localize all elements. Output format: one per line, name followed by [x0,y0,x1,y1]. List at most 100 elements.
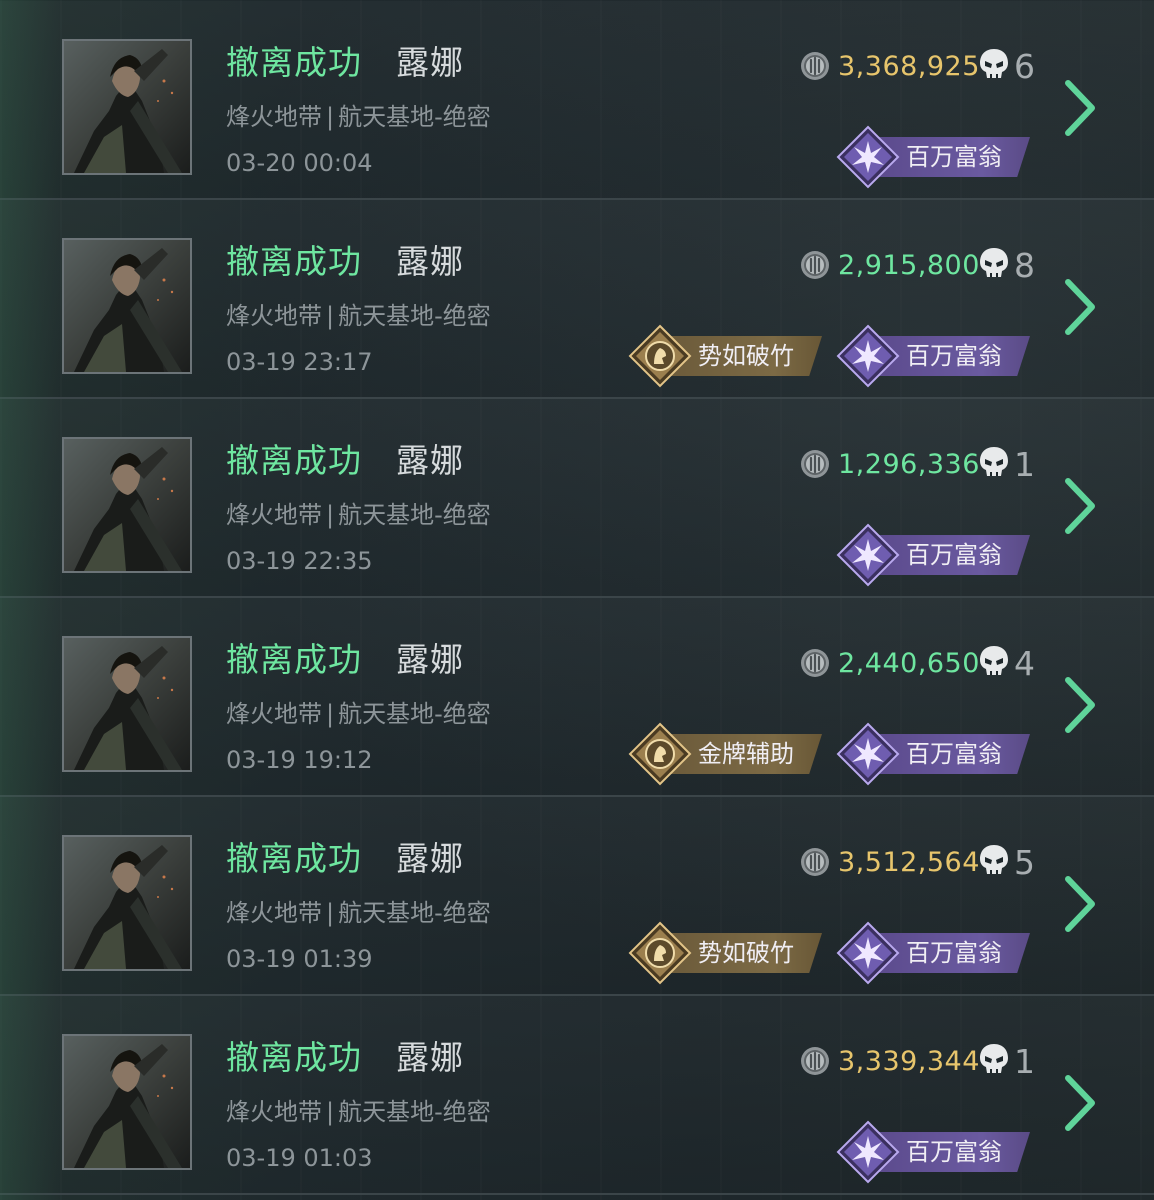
purple-burst-emblem-icon [836,324,900,388]
badge-label: 势如破竹 [698,342,794,370]
match-record-row[interactable]: 撤离成功 露娜 烽火地带 | 航天基地-绝密 03-19 23:17 2,915,8… [0,200,1154,399]
operator-name: 露娜 [396,43,464,82]
operator-avatar [62,835,192,971]
extraction-status: 撤离成功 [226,839,362,878]
chevron-right-icon[interactable] [1062,477,1098,535]
match-record-row[interactable]: 撤离成功 露娜 烽火地带 | 航天基地-绝密 03-19 19:12 2,440,6… [0,598,1154,797]
extraction-status: 撤离成功 [226,43,362,82]
game-mode: 烽火地带 [226,302,322,330]
kill-count: 5 [1014,843,1035,882]
chevron-right-icon[interactable] [1062,676,1098,734]
tycoon-badge: 百万富翁 [836,125,1036,189]
separator: | [326,302,335,330]
operator-name: 露娜 [396,242,464,281]
separator: | [326,1098,335,1126]
operator-avatar [62,437,192,573]
badge-label: 百万富翁 [906,1138,1002,1166]
operator-name: 露娜 [396,839,464,878]
separator: | [326,103,335,131]
loot-value: 3,512,564 [838,847,980,878]
extraction-status: 撤离成功 [226,1038,362,1077]
operator-name: 露娜 [396,1038,464,1077]
skull-icon [980,646,1008,675]
achievement-badge: 势如破竹 [628,921,828,985]
purple-burst-emblem-icon [836,722,900,786]
chevron-right-icon[interactable] [1062,875,1098,933]
game-mode: 烽火地带 [226,501,322,529]
operator-name: 露娜 [396,441,464,480]
tycoon-badge: 百万富翁 [836,324,1036,388]
loot-value: 3,368,925 [838,51,980,82]
chevron-right-icon[interactable] [1062,79,1098,137]
silver-coin-icon [801,52,829,80]
badge-label: 金牌辅助 [698,740,794,768]
badge-label: 势如破竹 [698,939,794,967]
skull-icon [980,1044,1008,1073]
skull-icon [980,845,1008,874]
extraction-status: 撤离成功 [226,242,362,281]
match-time: 03-19 01:03 [226,1144,373,1172]
kill-count: 8 [1014,246,1035,285]
purple-burst-emblem-icon [836,1120,900,1184]
kill-count: 6 [1014,47,1035,86]
operator-avatar [62,39,192,175]
match-time: 03-20 00:04 [226,149,373,177]
silver-coin-icon [801,450,829,478]
map-name: 航天基地-绝密 [338,103,491,131]
loot-value: 2,915,800 [838,250,980,281]
achievement-badge: 金牌辅助 [628,722,828,786]
chevron-right-icon[interactable] [1062,1074,1098,1132]
separator: | [326,501,335,529]
silver-coin-icon [801,848,829,876]
tycoon-badge: 百万富翁 [836,523,1036,587]
badge-label: 百万富翁 [906,939,1002,967]
silver-coin-icon [801,1047,829,1075]
match-record-row[interactable]: 撤离成功 露娜 烽火地带 | 航天基地-绝密 03-19 01:03 3,339,3… [0,996,1154,1195]
gold-operator-emblem-icon [628,921,692,985]
match-record-row[interactable]: 撤离成功 露娜 烽火地带 | 航天基地-绝密 03-19 22:35 1,296,3… [0,399,1154,598]
match-time: 03-19 01:39 [226,945,373,973]
separator: | [326,899,335,927]
loot-value: 3,339,344 [838,1046,980,1077]
game-mode: 烽火地带 [226,700,322,728]
separator: | [326,700,335,728]
match-history-page: 撤离成功 露娜 烽火地带 | 航天基地-绝密 03-20 00:04 3,368,9… [0,0,1154,1200]
loot-value: 2,440,650 [838,648,980,679]
match-record-row[interactable]: 撤离成功 露娜 烽火地带 | 航天基地-绝密 03-19 01:39 3,512,5… [0,797,1154,996]
skull-icon [980,49,1008,78]
match-record-row[interactable]: 撤离成功 露娜 烽火地带 | 航天基地-绝密 03-20 00:04 3,368,9… [0,1,1154,200]
kill-count: 1 [1014,1042,1035,1081]
silver-coin-icon [801,251,829,279]
skull-icon [980,248,1008,277]
tycoon-badge: 百万富翁 [836,921,1036,985]
map-name: 航天基地-绝密 [338,302,491,330]
badge-label: 百万富翁 [906,143,1002,171]
match-time: 03-19 23:17 [226,348,373,376]
gold-operator-emblem-icon [628,324,692,388]
mode-and-map: 烽火地带 | 航天基地-绝密 [226,1094,491,1130]
mode-and-map: 烽火地带 | 航天基地-绝密 [226,99,491,135]
mode-and-map: 烽火地带 | 航天基地-绝密 [226,497,491,533]
silver-coin-icon [801,649,829,677]
purple-burst-emblem-icon [836,921,900,985]
operator-avatar [62,636,192,772]
achievement-badge: 势如破竹 [628,324,828,388]
badge-label: 百万富翁 [906,740,1002,768]
game-mode: 烽火地带 [226,103,322,131]
chevron-right-icon[interactable] [1062,278,1098,336]
mode-and-map: 烽火地带 | 航天基地-绝密 [226,895,491,931]
match-time: 03-19 19:12 [226,746,373,774]
map-name: 航天基地-绝密 [338,1098,491,1126]
operator-avatar [62,1034,192,1170]
game-mode: 烽火地带 [226,1098,322,1126]
extraction-status: 撤离成功 [226,441,362,480]
loot-value: 1,296,336 [838,449,980,480]
mode-and-map: 烽火地带 | 航天基地-绝密 [226,696,491,732]
map-name: 航天基地-绝密 [338,501,491,529]
extraction-status: 撤离成功 [226,640,362,679]
skull-icon [980,447,1008,476]
gold-operator-emblem-icon [628,722,692,786]
tycoon-badge: 百万富翁 [836,1120,1036,1184]
map-name: 航天基地-绝密 [338,899,491,927]
operator-name: 露娜 [396,640,464,679]
